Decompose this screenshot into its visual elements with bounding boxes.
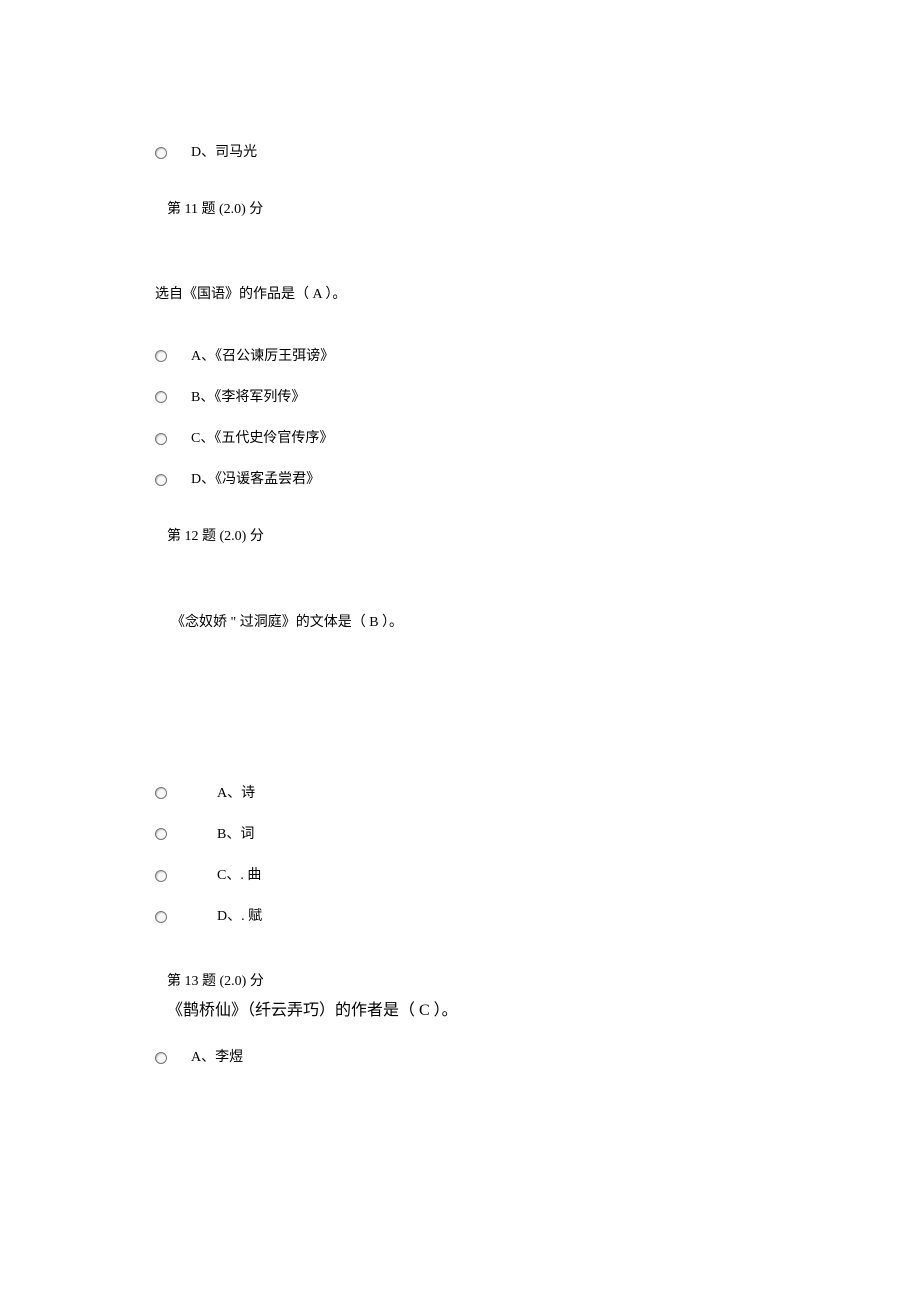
radio-icon[interactable] (155, 828, 167, 840)
q13-stem: 《鹊桥仙》（纤云弄巧）的作者是（ C ）。 (167, 997, 820, 1026)
option-text: A、李煜 (191, 1045, 243, 1070)
q12-option-d: D、. 赋 (155, 904, 820, 929)
radio-icon[interactable] (155, 391, 167, 403)
radio-icon[interactable] (155, 787, 167, 799)
option-text: A、《召公谏厉王弭谤》 (191, 344, 334, 369)
q12-option-b: B、词 (155, 822, 820, 847)
option-text: A、诗 (217, 781, 255, 806)
q12-option-c: C、. 曲 (155, 863, 820, 888)
q11-option-a: A、《召公谏厉王弭谤》 (155, 344, 820, 369)
q10-option-d: D、司马光 (155, 140, 820, 165)
q11-option-c: C、《五代史伶官传序》 (155, 426, 820, 451)
radio-icon[interactable] (155, 350, 167, 362)
option-text: D、司马光 (191, 140, 257, 165)
option-text: C、《五代史伶官传序》 (191, 426, 333, 451)
option-text: C、. 曲 (217, 863, 261, 888)
q13-option-a: A、李煜 (155, 1045, 820, 1070)
radio-icon[interactable] (155, 870, 167, 882)
option-text: B、词 (217, 822, 254, 847)
radio-icon[interactable] (155, 433, 167, 445)
q11-stem: 选自《国语》的作品是（ A ）。 (155, 282, 820, 307)
option-text: B、《李将军列传》 (191, 385, 305, 410)
q11-option-d: D、《冯谖客孟尝君》 (155, 467, 820, 492)
option-text: D、. 赋 (217, 904, 262, 929)
spacer (155, 671, 820, 781)
radio-icon[interactable] (155, 911, 167, 923)
q12-option-a: A、诗 (155, 781, 820, 806)
option-text: D、《冯谖客孟尝君》 (191, 467, 320, 492)
radio-icon[interactable] (155, 147, 167, 159)
radio-icon[interactable] (155, 474, 167, 486)
q11-option-b: B、《李将军列传》 (155, 385, 820, 410)
q11-header: 第 11 题 (2.0) 分 (167, 197, 820, 222)
q13-header: 第 13 题 (2.0) 分 (167, 969, 820, 994)
q12-header: 第 12 题 (2.0) 分 (167, 524, 820, 549)
q12-stem: 《念奴娇 " 过洞庭》的文体是（ B ）。 (171, 610, 820, 635)
radio-icon[interactable] (155, 1052, 167, 1064)
